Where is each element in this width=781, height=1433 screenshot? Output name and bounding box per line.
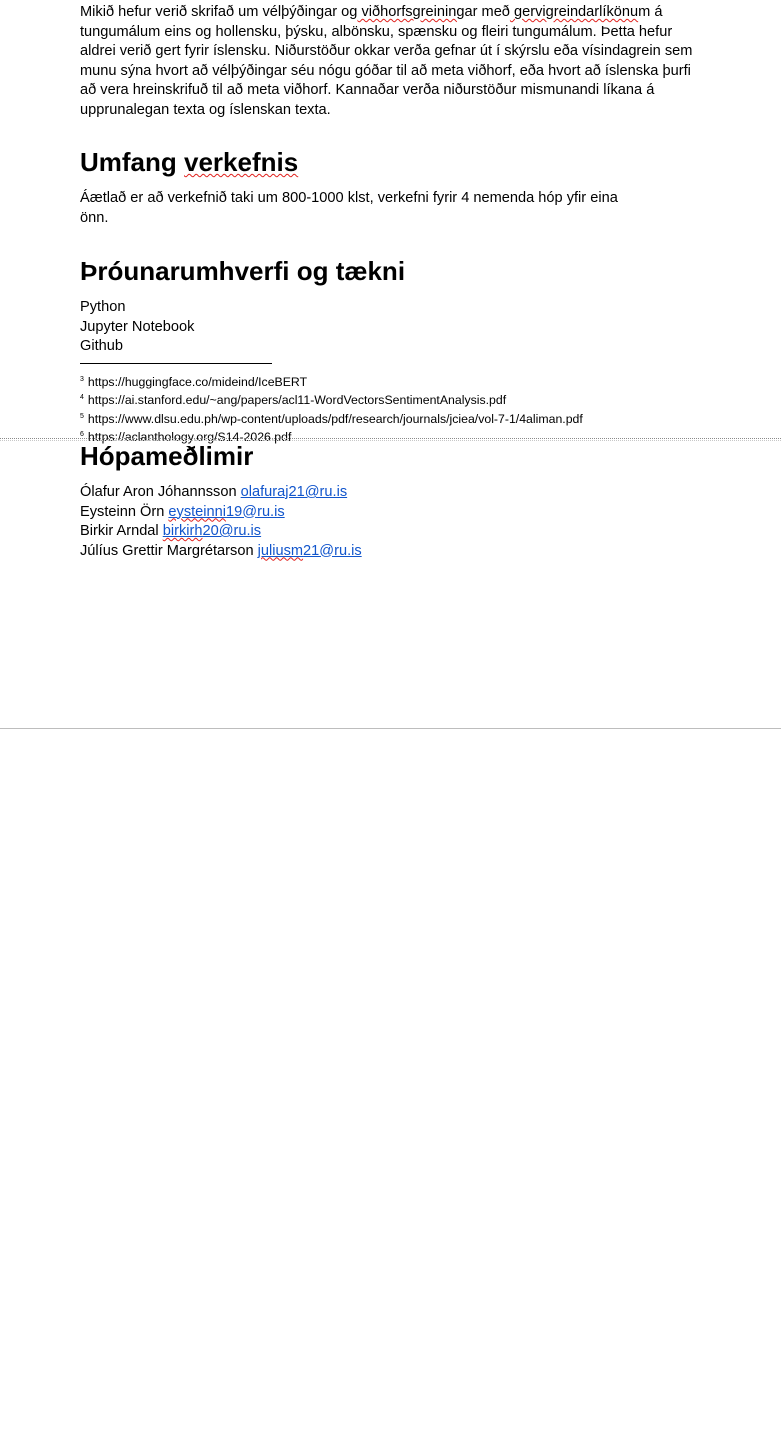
scope-heading-part: Umfang — [80, 147, 184, 177]
intro-text-1: Mikið hefur verið skrifað um vélþýðingar… — [80, 4, 358, 20]
member-row: Birkir Arndal birkirh20@ru.is — [80, 522, 362, 542]
tech-item: Jupyter Notebook — [80, 318, 195, 335]
intro-text-2: ar með — [464, 4, 510, 20]
scope-heading-misspelled[interactable]: verkefnis — [184, 147, 298, 177]
member-row: Ólafur Aron Jóhannsson olafuraj21@ru.is — [80, 483, 362, 503]
footnote-url[interactable]: https://huggingface.co/mideind/IceBERT — [88, 375, 307, 389]
member-name: Ólafur Aron Jóhannsson — [80, 484, 237, 500]
page-break — [0, 438, 781, 441]
footnote-url[interactable]: https://www.dlsu.edu.ph/wp-content/uploa… — [88, 412, 583, 426]
intro-paragraph: Mikið hefur verið skrifað um vélþýðingar… — [80, 3, 705, 120]
footnote-number: 5 — [80, 412, 84, 420]
scope-heading: Umfang verkefnis — [80, 146, 298, 178]
page-bottom-edge — [0, 728, 781, 729]
member-email-link[interactable]: juliusm21@ru.is — [258, 543, 362, 559]
footnote: 5 https://www.dlsu.edu.ph/wp-content/uplo… — [80, 409, 583, 427]
tech-list: Python Jupyter Notebook Github — [80, 298, 194, 357]
member-email-link[interactable]: eysteinni19@ru.is — [168, 504, 284, 520]
misspelled-word[interactable]: viðhorfsgreining — [357, 4, 464, 20]
footnote-number: 3 — [80, 376, 84, 383]
footnote: 3 https://huggingface.co/mideind/IceBERT — [80, 372, 583, 390]
tech-item: Github — [80, 338, 123, 354]
member-name: Birkir Arndal — [80, 523, 159, 539]
member-row: Júlíus Grettir Margrétarson juliusm21@ru… — [80, 542, 362, 562]
intro-text-3: m á tungumálum eins og hollensku, þýsku,… — [80, 4, 693, 118]
footnote-url[interactable]: https://ai.stanford.edu/~ang/papers/acl1… — [88, 393, 506, 407]
members-heading: Hópameðlimir — [80, 441, 254, 471]
footnote: 4 https://ai.stanford.edu/~ang/papers/acl… — [80, 390, 583, 408]
footnote-separator — [80, 363, 272, 364]
members-list: Ólafur Aron Jóhannsson olafuraj21@ru.is … — [80, 483, 362, 561]
tech-item: Python — [80, 299, 126, 315]
misspelled-word[interactable]: gervigreindarlíkönu — [510, 4, 638, 20]
tech-heading: Þróunarumhverfi og tækni — [80, 256, 406, 286]
scope-paragraph: Áætlað er að verkefnið taki um 800-1000 … — [80, 190, 618, 226]
member-name: Júlíus Grettir Margrétarson — [80, 542, 254, 559]
footnote-list: 3 https://huggingface.co/mideind/IceBERT … — [80, 372, 583, 446]
footnote-number: 4 — [80, 394, 84, 402]
member-name: Eysteinn Örn — [80, 503, 165, 520]
member-row: Eysteinn Örn eysteinni19@ru.is — [80, 503, 362, 523]
member-email-link[interactable]: olafuraj21@ru.is — [241, 484, 347, 500]
member-email-link[interactable]: birkirh20@ru.is — [163, 523, 261, 539]
